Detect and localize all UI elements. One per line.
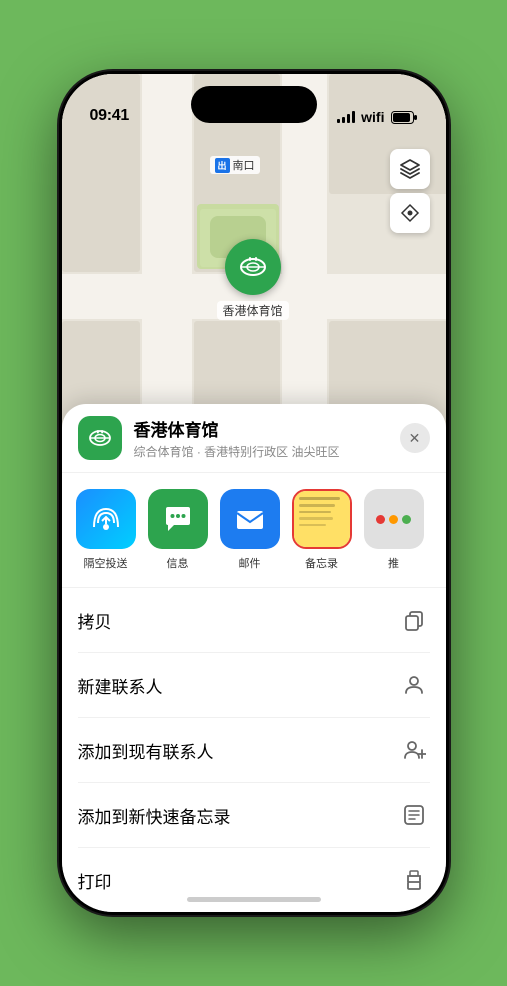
action-print[interactable]: 打印 <box>78 848 430 912</box>
pin-label-text: 香港体育馆 <box>217 301 289 320</box>
phone-frame: 出 南口 <box>59 71 449 915</box>
mail-icon-wrap <box>220 489 280 549</box>
action-quick-note[interactable]: 添加到新快速备忘录 <box>78 783 430 848</box>
action-new-contact[interactable]: 新建联系人 <box>78 653 430 718</box>
person-icon <box>398 669 430 701</box>
map-location-button[interactable] <box>390 193 430 233</box>
venue-header: 香港体育馆 综合体育馆 · 香港特别行政区 油尖旺区 ✕ <box>62 404 446 473</box>
share-mail[interactable]: 邮件 <box>218 489 282 571</box>
exit-badge: 出 <box>215 158 230 173</box>
bottom-sheet: 香港体育馆 综合体育馆 · 香港特别行政区 油尖旺区 ✕ <box>62 404 446 912</box>
airdrop-icon-wrap <box>76 489 136 549</box>
messages-label: 信息 <box>167 555 189 571</box>
battery-icon <box>391 111 418 124</box>
share-messages[interactable]: 信息 <box>146 489 210 571</box>
mail-label: 邮件 <box>239 555 261 571</box>
map-layer-button[interactable] <box>390 149 430 189</box>
signal-icon <box>337 111 355 123</box>
print-icon <box>398 864 430 896</box>
pin-icon-circle <box>225 239 281 295</box>
action-new-contact-label: 新建联系人 <box>78 673 163 698</box>
stadium-pin: 香港体育馆 <box>217 239 289 320</box>
airdrop-label: 隔空投送 <box>84 555 128 571</box>
quick-note-icon <box>398 799 430 831</box>
wifi-icon: wifi <box>361 109 384 125</box>
more-label: 推 <box>388 555 399 571</box>
venue-icon <box>78 416 122 460</box>
copy-icon <box>398 604 430 636</box>
action-copy[interactable]: 拷贝 <box>78 588 430 653</box>
action-print-label: 打印 <box>78 868 112 893</box>
person-add-icon <box>398 734 430 766</box>
action-quick-note-label: 添加到新快速备忘录 <box>78 803 231 828</box>
home-indicator <box>187 897 321 902</box>
exit-label-text: 南口 <box>233 157 255 173</box>
share-airdrop[interactable]: 隔空投送 <box>74 489 138 571</box>
action-copy-label: 拷贝 <box>78 608 112 633</box>
more-icon-wrap <box>364 489 424 549</box>
messages-icon-wrap <box>148 489 208 549</box>
status-time: 09:41 <box>90 107 129 125</box>
more-dots-icon <box>376 515 411 524</box>
share-row: 隔空投送 信息 <box>62 473 446 588</box>
action-add-contact[interactable]: 添加到现有联系人 <box>78 718 430 783</box>
phone-screen: 出 南口 <box>62 74 446 912</box>
map-controls <box>390 149 430 237</box>
notes-icon-wrap <box>292 489 352 549</box>
share-notes[interactable]: 备忘录 <box>290 489 354 571</box>
venue-close-button[interactable]: ✕ <box>400 423 430 453</box>
venue-info: 香港体育馆 综合体育馆 · 香港特别行政区 油尖旺区 <box>134 416 388 460</box>
share-more[interactable]: 推 <box>362 489 426 571</box>
action-list: 拷贝 新建联系人 <box>62 588 446 912</box>
status-icons: wifi <box>337 109 417 125</box>
action-add-contact-label: 添加到现有联系人 <box>78 738 214 763</box>
venue-name: 香港体育馆 <box>134 416 388 441</box>
dynamic-island <box>191 86 317 123</box>
notes-label: 备忘录 <box>305 555 338 571</box>
map-south-exit-label: 出 南口 <box>210 156 260 174</box>
venue-subtitle: 综合体育馆 · 香港特别行政区 油尖旺区 <box>134 443 388 460</box>
